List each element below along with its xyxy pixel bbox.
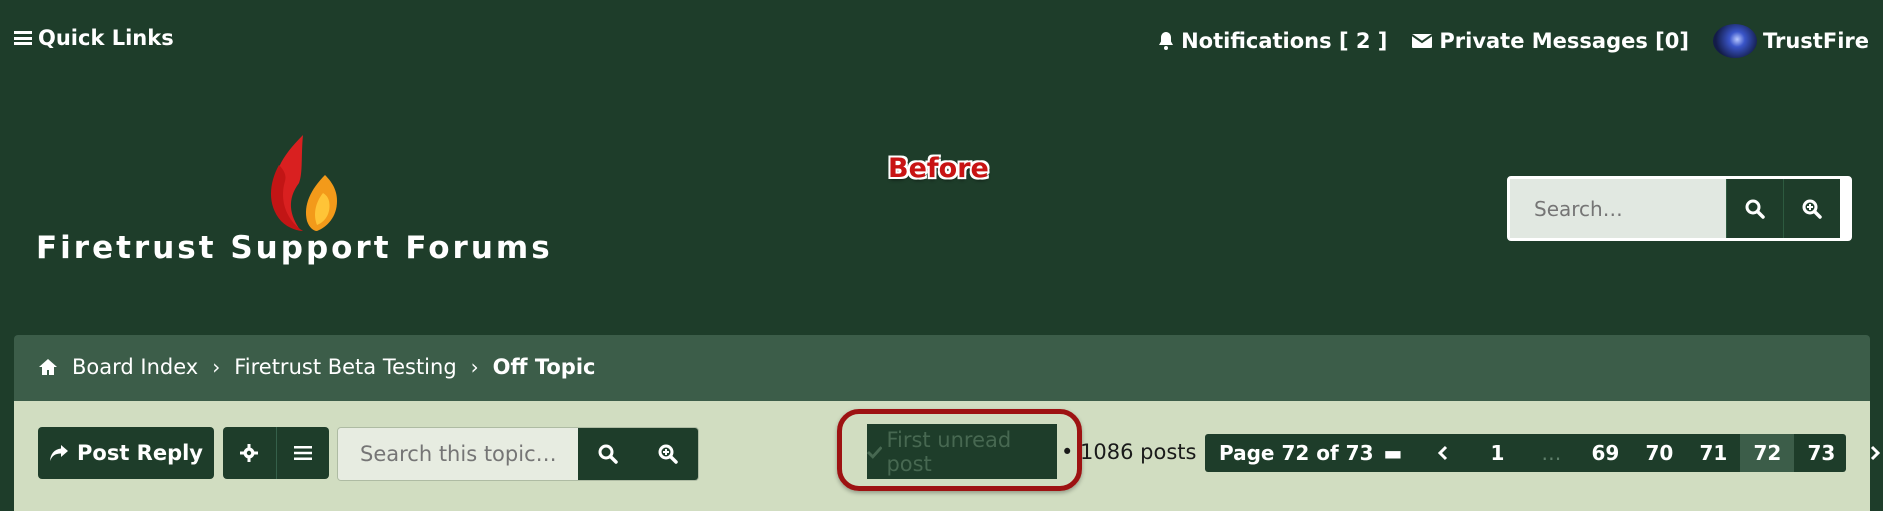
avatar: [1712, 24, 1757, 58]
reply-arrow-icon: [50, 445, 68, 461]
topic-search-form: [337, 427, 699, 481]
display-options-button[interactable]: [277, 427, 330, 479]
header-search-button[interactable]: [1726, 179, 1783, 238]
page-ellipsis: …: [1541, 441, 1562, 465]
topic-tools-button[interactable]: [223, 427, 277, 479]
highlight-annotation-ring: [837, 409, 1082, 491]
prev-page-button[interactable]: [1416, 434, 1470, 472]
topic-actions-bar: Post Reply First unread post • 1086 post…: [14, 401, 1881, 511]
search-icon: [1745, 199, 1765, 219]
notifications-label: Notifications [ 2 ]: [1181, 29, 1388, 53]
breadcrumb-off-topic[interactable]: Off Topic: [493, 355, 596, 379]
search-plus-icon: [1802, 199, 1822, 219]
quick-links-menu[interactable]: Quick Links: [14, 26, 174, 50]
chevron-right-icon: [1871, 445, 1881, 461]
user-menu[interactable]: TrustFire: [1712, 24, 1869, 58]
header-search-form: [1507, 176, 1852, 241]
page-73[interactable]: 73: [1794, 434, 1848, 472]
post-reply-button[interactable]: Post Reply: [38, 427, 214, 479]
site-title: Firetrust Support Forums: [36, 230, 553, 266]
topic-tools: [223, 427, 329, 479]
page-1[interactable]: 1: [1470, 434, 1524, 472]
bell-icon: [1159, 32, 1174, 50]
notifications-link[interactable]: Notifications [ 2 ]: [1157, 29, 1387, 53]
gear-icon: [240, 444, 259, 462]
private-messages-link[interactable]: Private Messages [0]: [1411, 29, 1689, 53]
chevron-left-icon: [1438, 445, 1448, 461]
hamburger-icon: [14, 31, 32, 45]
page-70[interactable]: 70: [1632, 434, 1686, 472]
topic-search-button[interactable]: [578, 428, 638, 480]
quick-links-label: Quick Links: [38, 26, 174, 50]
topic-advanced-search-button[interactable]: [638, 428, 698, 480]
private-messages-label: Private Messages [0]: [1439, 29, 1689, 53]
username: TrustFire: [1762, 29, 1869, 53]
header-advanced-search-button[interactable]: [1783, 179, 1840, 238]
page-72-current[interactable]: 72: [1740, 434, 1795, 472]
topic-search-input[interactable]: [338, 428, 578, 480]
header-search-input[interactable]: [1510, 179, 1726, 238]
posts-count: • 1086 posts: [1061, 440, 1197, 464]
pagination: Page 72 of 73 ▬ 1 … 69 70 71 72 73: [1205, 434, 1881, 472]
page-71[interactable]: 71: [1686, 434, 1740, 472]
breadcrumb: Board Index › Firetrust Beta Testing › O…: [14, 335, 1870, 401]
search-plus-icon: [658, 444, 678, 464]
post-reply-label: Post Reply: [77, 441, 203, 465]
home-icon: [39, 359, 57, 375]
top-navbar: Quick Links Notifications [ 2 ] Private …: [0, 0, 1883, 80]
page-jump-button[interactable]: Page 72 of 73 ▬: [1205, 434, 1416, 472]
breadcrumb-board-index[interactable]: Board Index: [72, 355, 198, 379]
breadcrumb-beta-testing[interactable]: Firetrust Beta Testing: [234, 355, 456, 379]
chevron-right-icon: ›: [470, 355, 479, 379]
site-logo[interactable]: Firetrust Support Forums: [36, 135, 550, 275]
page-69[interactable]: 69: [1578, 434, 1632, 472]
list-icon: [293, 446, 312, 460]
page-label: Page 72 of 73: [1219, 441, 1374, 465]
chevron-right-icon: ›: [212, 355, 221, 379]
envelope-icon: [1411, 34, 1433, 48]
search-icon: [598, 444, 618, 464]
before-annotation: Before: [888, 153, 989, 184]
dash-icon: ▬: [1383, 441, 1403, 465]
next-page-button[interactable]: [1848, 434, 1883, 472]
flame-logo-icon: [271, 135, 337, 231]
